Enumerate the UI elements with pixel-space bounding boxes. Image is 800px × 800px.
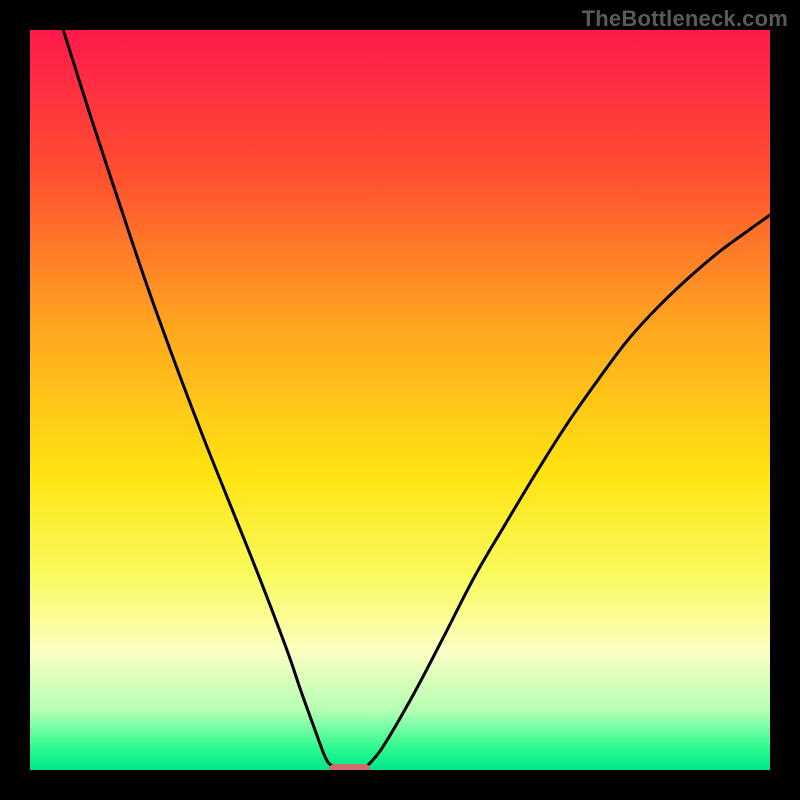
chart-frame: TheBottleneck.com: [0, 0, 800, 800]
plot-svg: [30, 30, 770, 770]
markers-group: [329, 764, 370, 770]
gradient-background: [30, 30, 770, 770]
plot-area: [30, 30, 770, 770]
watermark-text: TheBottleneck.com: [582, 6, 788, 32]
annotation-marker: [329, 764, 370, 770]
